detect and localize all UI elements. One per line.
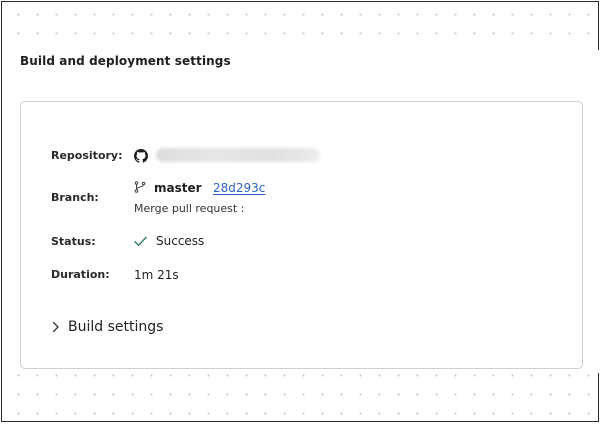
repository-name-redacted[interactable]	[156, 148, 320, 162]
status-label: Status:	[51, 235, 96, 248]
commit-hash-link[interactable]: 28d293c	[213, 181, 265, 195]
repository-label: Repository:	[51, 149, 123, 162]
duration-value: 1m 21s	[134, 268, 179, 282]
commit-message: Merge pull request :	[134, 202, 245, 215]
settings-panel-frame: Build and deployment settings Repository…	[1, 1, 599, 422]
build-details-card: Repository: Branch: master 28d293c Merge…	[20, 101, 583, 369]
build-settings-label: Build settings	[68, 319, 164, 335]
branch-label: Branch:	[51, 191, 99, 204]
build-settings-toggle[interactable]: Build settings	[51, 317, 163, 337]
duration-label: Duration:	[51, 268, 110, 281]
check-icon	[134, 236, 147, 246]
github-icon	[134, 149, 148, 163]
status-value: Success	[156, 234, 205, 248]
section-title: Build and deployment settings	[20, 54, 231, 68]
chevron-right-icon	[52, 321, 59, 333]
git-branch-icon	[134, 181, 146, 193]
branch-name: master	[154, 181, 202, 195]
